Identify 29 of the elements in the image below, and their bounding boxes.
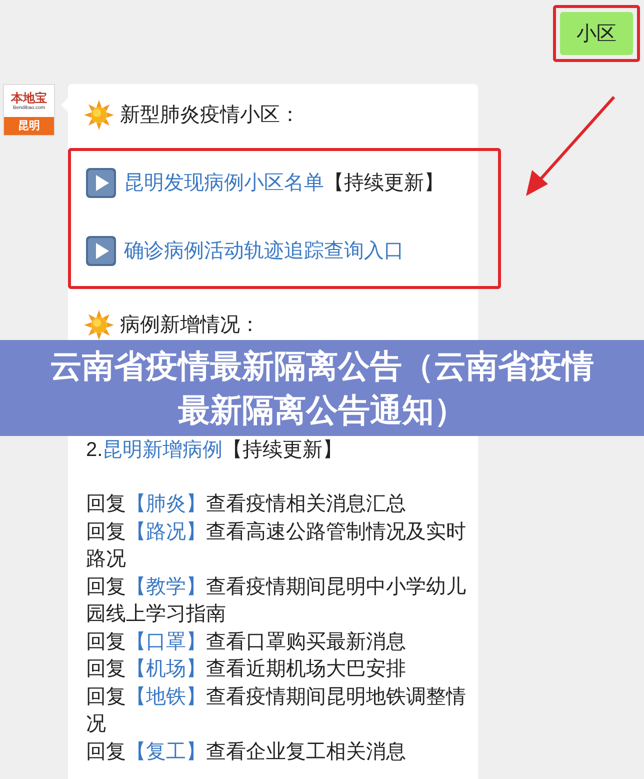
reply-instruction: 回复【复工】查看企业复工相关消息 [86, 740, 407, 764]
section-heading: 病例新增情况： [120, 313, 260, 338]
sent-message-bubble: 小区 [560, 12, 633, 55]
avatar-city: 昆明 [18, 118, 40, 134]
reply-instruction: 回复【地铁】查看疫情期间昆明地铁调整情况 [86, 684, 467, 737]
case-update: 2.昆明新增病例【持续更新】 [86, 438, 344, 463]
avatar-brand: 本地宝 [11, 91, 47, 105]
section-heading: 新型肺炎疫情小区： [120, 103, 300, 128]
case-link[interactable]: 昆明新增病例 [102, 439, 223, 461]
reply-instruction: 回复【口罩】查看口罩购买最新消息 [86, 630, 407, 654]
entry-link[interactable]: 确诊病例活动轨迹追踪查询入口 [124, 237, 404, 265]
entry-link[interactable]: 昆明发现病例小区名单 [124, 169, 324, 197]
reply-keyword[interactable]: 【机场】 [126, 658, 206, 680]
banner-title: 云南省疫情最新隔离公告（云南省疫情最新隔离公告通知） [49, 347, 595, 430]
sun-icon [84, 310, 114, 340]
reply-keyword[interactable]: 【口罩】 [126, 630, 206, 652]
reply-keyword[interactable]: 【肺炎】 [126, 493, 206, 515]
reply-keyword[interactable]: 【复工】 [126, 740, 206, 762]
reply-keyword[interactable]: 【地铁】 [126, 686, 206, 708]
update-note: 【持续更新】 [324, 171, 444, 196]
reply-instruction: 回复【教学】查看疫情期间昆明中小学幼儿园线上学习指南 [86, 574, 467, 627]
reply-keyword[interactable]: 【教学】 [126, 576, 206, 598]
play-icon [86, 236, 116, 266]
sun-icon [84, 100, 114, 130]
reply-keyword[interactable]: 【路况】 [126, 520, 206, 542]
reply-instruction: 回复【机场】查看近期机场大巴安排 [86, 657, 407, 682]
play-icon [86, 168, 116, 198]
reply-instruction: 回复【肺炎】查看疫情相关消息汇总 [86, 492, 407, 517]
reply-instruction: 回复【路况】查看高速公路管制情况及实时路况 [86, 520, 467, 572]
